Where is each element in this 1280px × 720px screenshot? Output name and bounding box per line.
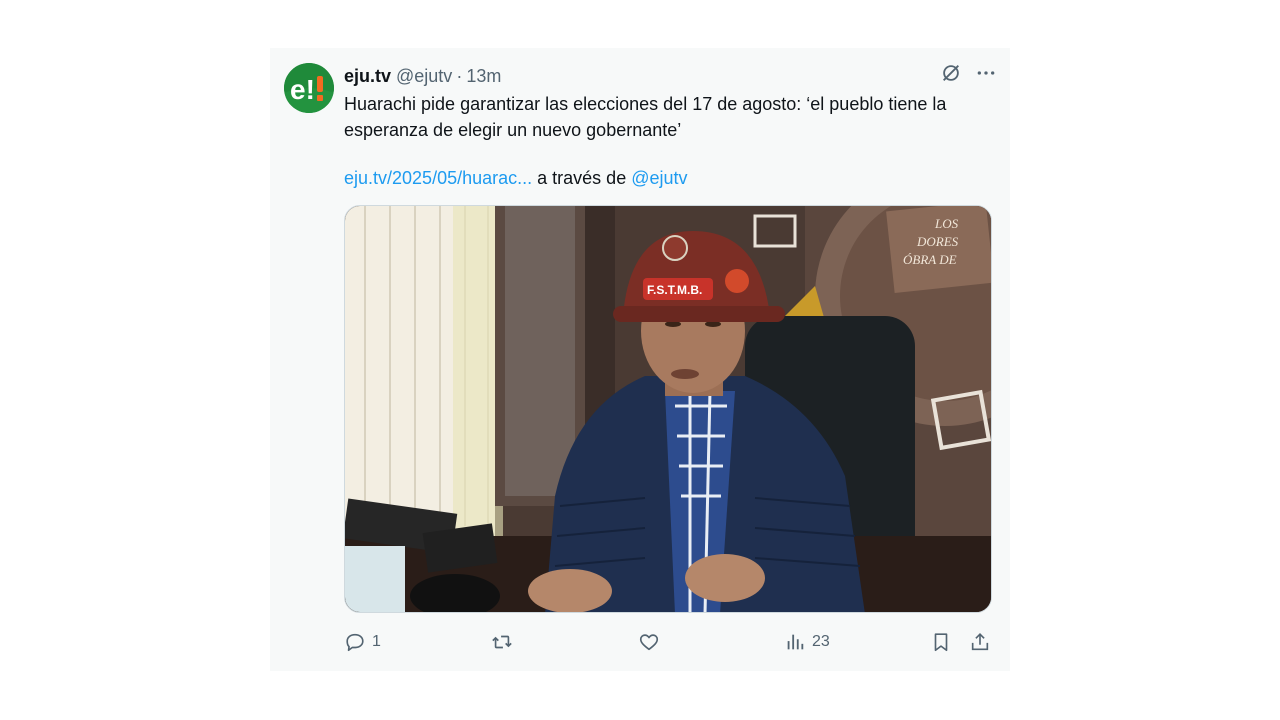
grok-icon[interactable] (940, 62, 962, 84)
link-line: eju.tv/2025/05/huarac... a través de @ej… (344, 165, 688, 191)
tweet-text: Huarachi pide garantizar las elecciones … (344, 94, 947, 140)
separator-dot: · (456, 65, 463, 86)
views-icon (787, 634, 804, 650)
avatar-letter: e! (290, 74, 315, 105)
bookmark-icon (934, 633, 948, 652)
display-name[interactable]: eju.tv (344, 66, 391, 87)
heart-icon (639, 634, 659, 651)
article-link[interactable]: eju.tv/2025/05/huarac... (344, 168, 532, 188)
reply-icon (346, 633, 364, 652)
reply-count: 1 (372, 633, 381, 650)
action-bar: 1 23 (344, 630, 994, 654)
share-icon (971, 633, 989, 651)
views-button[interactable]: 23 (784, 630, 830, 654)
user-handle[interactable]: @ejutv (396, 66, 452, 87)
like-button[interactable] (638, 630, 666, 654)
top-actions (940, 62, 996, 84)
tweet-header: eju.tv @ejutv · 13m (344, 64, 501, 88)
retweet-icon (492, 635, 512, 649)
photo-illustration: LOS DORES ÓBRA DE F.S.T.M.B. (345, 206, 991, 612)
views-count: 23 (812, 633, 830, 650)
retweet-button[interactable] (490, 630, 520, 654)
via-text: a través de (537, 168, 627, 188)
bookmark-button[interactable] (930, 630, 952, 654)
helmet-label: F.S.T.M.B. (647, 283, 702, 297)
tweet-photo[interactable]: LOS DORES ÓBRA DE F.S.T.M.B. (344, 205, 992, 613)
reply-button[interactable]: 1 (344, 630, 381, 654)
share-button[interactable] (969, 630, 991, 654)
timestamp[interactable]: 13m (466, 66, 501, 87)
tweet-card[interactable]: e! eju.tv @ejutv · 13m Huarachi pide gar… (270, 48, 1010, 671)
wall-text-1: LOS (934, 216, 959, 231)
avatar[interactable]: e! (284, 63, 334, 113)
more-icon[interactable] (976, 63, 996, 83)
via-handle-link[interactable]: @ejutv (631, 168, 687, 188)
wall-text-2: DORES (916, 234, 959, 249)
wall-text-3: ÓBRA DE (903, 252, 957, 267)
eju-logo: e! (284, 63, 334, 113)
